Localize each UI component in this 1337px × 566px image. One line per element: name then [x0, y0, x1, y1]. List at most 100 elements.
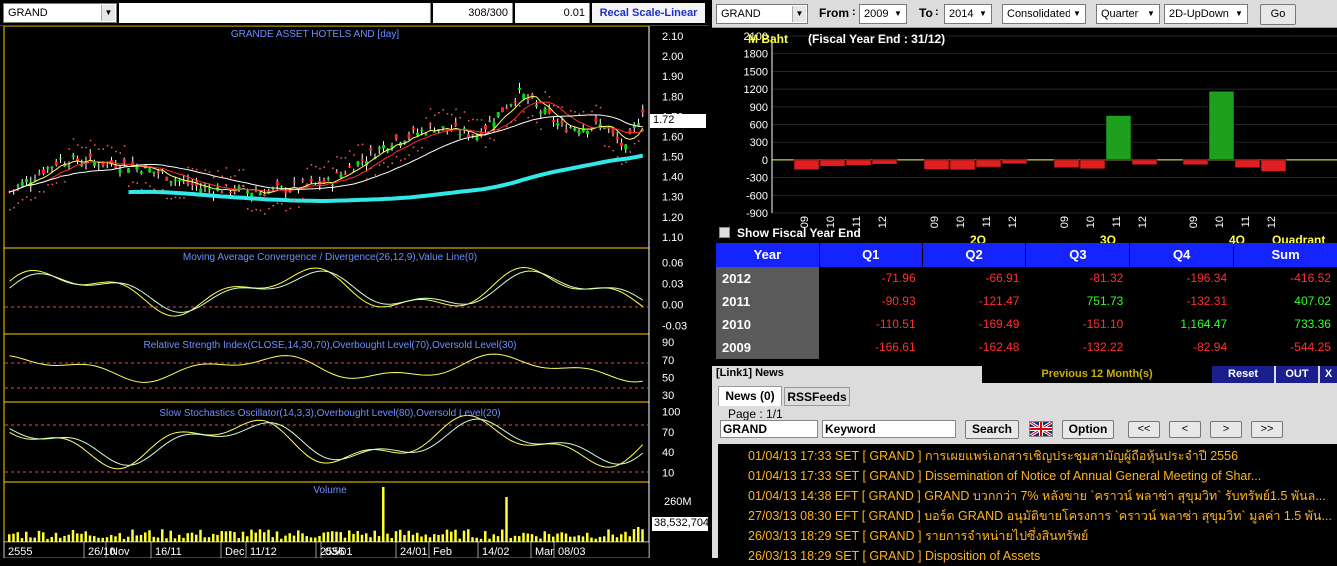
volume-bar — [569, 536, 572, 542]
column-header[interactable]: Q4 — [1130, 243, 1234, 267]
column-header[interactable]: Year — [716, 243, 819, 267]
panel-frame — [3, 26, 650, 249]
last-page-button[interactable]: >> — [1251, 421, 1283, 438]
out-button[interactable]: OUT — [1276, 366, 1318, 383]
value-cell: -71.96 — [881, 271, 916, 285]
tab-news[interactable]: News (0) — [718, 386, 782, 406]
from-year-select[interactable]: 2009 ▼ — [859, 4, 907, 24]
sar-dot — [298, 206, 300, 208]
y-tick-label: 30 — [662, 390, 674, 402]
volume-bar — [586, 532, 589, 542]
colon: : — [852, 6, 856, 18]
sar-dot — [425, 117, 427, 119]
price-chart[interactable]: 2.102.001.901.801.701.601.501.401.301.20… — [0, 26, 710, 558]
first-page-button[interactable]: << — [1128, 421, 1160, 438]
news-item[interactable]: 27/03/13 08:30 EFT [ GRAND ] บอร์ด GRAND… — [748, 506, 1337, 526]
fin-y-tick: 1800 — [744, 49, 768, 61]
volume-bar — [165, 538, 168, 542]
sar-dot — [47, 184, 49, 186]
sar-dot — [128, 185, 130, 187]
volume-bar — [224, 531, 228, 542]
chevron-down-icon: ▼ — [1144, 6, 1158, 22]
stoch-panel-title: Slow Stochastics Oscillator(14,3,3),Over… — [159, 408, 501, 419]
fin-symbol-select[interactable]: GRAND ▼ — [716, 4, 808, 24]
volume-bar — [241, 531, 245, 542]
column-header[interactable]: Q3 — [1026, 243, 1130, 267]
candle — [360, 159, 364, 161]
show-fiscal-checkbox[interactable] — [719, 227, 730, 238]
sar-dot — [276, 202, 279, 205]
sar-dot — [38, 190, 41, 193]
volume-bar — [339, 532, 342, 542]
sar-dot — [544, 91, 546, 93]
column-header[interactable]: Q1 — [819, 243, 922, 267]
go-button[interactable]: Go — [1260, 4, 1296, 25]
volume-bar — [114, 536, 117, 542]
value-cell: -132.22 — [1082, 340, 1124, 354]
option-button[interactable]: Option — [1062, 420, 1114, 439]
sar-dot — [123, 145, 126, 147]
sar-dot — [451, 113, 453, 116]
candle — [556, 123, 560, 126]
sar-dot — [565, 115, 568, 117]
fin-unit: M Baht — [748, 32, 788, 46]
news-item[interactable]: 01/04/13 14:38 EFT [ GRAND ] GRAND บวกกว… — [748, 486, 1337, 506]
chart-style-select[interactable]: 2D-UpDown ▼ — [1164, 4, 1248, 24]
news-item[interactable]: 01/04/13 17:33 SET [ GRAND ] Disseminati… — [748, 466, 1337, 486]
news-symbol-input[interactable]: GRAND — [720, 420, 818, 438]
sar-dot — [468, 119, 470, 122]
recal-scale-button[interactable]: Recal Scale-Linear — [592, 3, 705, 23]
value-cell: -416.52 — [1290, 271, 1331, 285]
candle — [454, 122, 458, 126]
x-tick-label: Mar — [535, 546, 554, 558]
y-tick-label: 2.00 — [662, 51, 683, 63]
sar-dot — [183, 197, 185, 199]
year-cell: 2012 — [716, 267, 819, 290]
volume-bar — [233, 532, 236, 542]
volume-bar — [416, 532, 419, 542]
volume-bar — [207, 537, 211, 542]
candle — [369, 148, 373, 151]
candle — [641, 109, 645, 113]
prev-page-button[interactable]: < — [1169, 421, 1201, 438]
volume-bar — [93, 536, 96, 542]
news-item[interactable]: 01/04/13 17:33 SET [ GRAND ] การเผยแพร่เ… — [748, 446, 1337, 466]
tab-rssfeeds[interactable]: RSSFeeds — [784, 387, 850, 406]
symbol-select[interactable]: GRAND ▼ — [3, 3, 117, 23]
sar-dot — [561, 106, 563, 108]
sar-dot — [242, 168, 245, 171]
fin-bar — [1079, 159, 1106, 170]
sar-dot — [608, 145, 610, 148]
volume-bar — [144, 532, 147, 542]
column-header[interactable]: Sum — [1234, 243, 1337, 267]
step-value[interactable]: 0.01 — [515, 3, 590, 23]
x-tick-label: 11/12 — [250, 546, 277, 558]
reset-button[interactable]: Reset — [1212, 366, 1274, 383]
sar-dot — [638, 140, 640, 142]
news-item[interactable]: 26/03/13 18:29 SET [ GRAND ] Disposition… — [748, 546, 1337, 566]
period-select[interactable]: Quarter ▼ — [1096, 4, 1160, 24]
keyword-input[interactable]: Keyword — [822, 420, 956, 438]
sar-dot — [459, 116, 461, 119]
sar-dot — [208, 171, 211, 173]
close-button[interactable]: X — [1320, 366, 1337, 383]
candle — [471, 134, 475, 136]
sar-dot — [153, 188, 155, 191]
column-header[interactable]: Q2 — [922, 243, 1026, 267]
y-tick-label: 1.60 — [662, 131, 683, 143]
statement-type-value: Consolidated — [1007, 8, 1072, 20]
next-page-button[interactable]: > — [1210, 421, 1242, 438]
fin-x-tick: 11 — [1240, 216, 1252, 227]
sar-dot — [612, 149, 614, 152]
chevron-down-icon: ▼ — [792, 6, 806, 22]
statement-type-select[interactable]: Consolidated ▼ — [1002, 4, 1086, 24]
volume-bar — [335, 531, 338, 542]
blank-field — [119, 3, 431, 23]
news-item[interactable]: 26/03/13 18:29 SET [ GRAND ] รายการจำหน่… — [748, 526, 1337, 546]
to-year-select[interactable]: 2014 ▼ — [944, 4, 992, 24]
language-flag-icon[interactable] — [1029, 420, 1053, 438]
search-button[interactable]: Search — [965, 420, 1019, 439]
candle — [441, 126, 445, 128]
fin-x-tick: 10 — [1214, 216, 1226, 228]
value-cell: 733.36 — [1294, 317, 1331, 331]
